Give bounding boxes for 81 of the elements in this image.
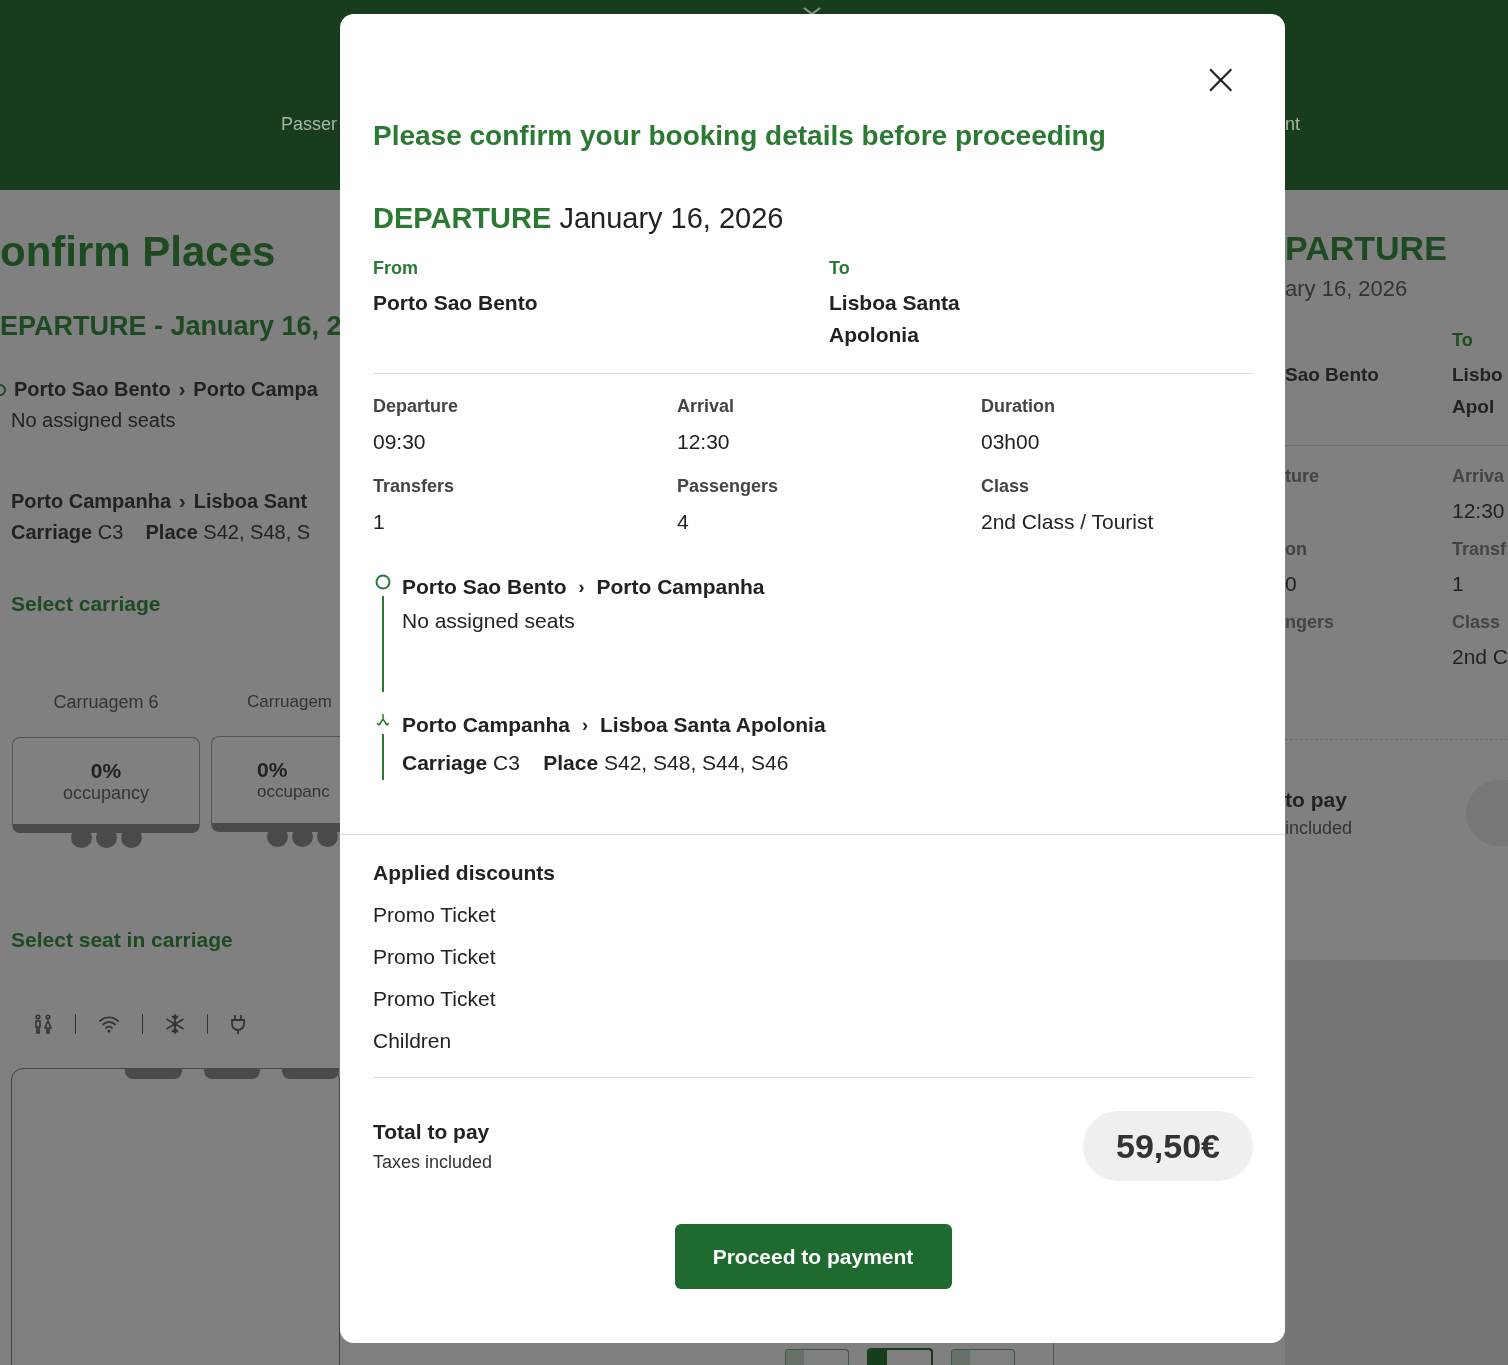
carriage-name: Carruagem	[247, 692, 333, 712]
discount-item: Promo Ticket	[373, 945, 497, 969]
station-name: Lisboa Sant	[193, 490, 308, 513]
close-button[interactable]: ×	[1202, 64, 1239, 94]
proceed-button[interactable]: Proceed to payment	[674, 1224, 952, 1289]
station-name: Porto Campanha	[596, 574, 765, 600]
step-label: nt	[1285, 114, 1301, 136]
station-name: Sao Bento	[1285, 363, 1380, 387]
field-value: 12:30	[677, 430, 731, 454]
departure-heading: DEPARTURE January 16, 2026	[373, 201, 785, 236]
segment-detail: Carriage C3 Place S42, S48, S44, S46	[402, 750, 790, 776]
field-value: 1	[373, 510, 386, 534]
field-label: To	[829, 258, 851, 279]
field-label: Class	[981, 476, 1031, 497]
fork-icon	[376, 712, 390, 728]
field-value: 03h00	[981, 430, 1041, 454]
discount-item: Promo Ticket	[373, 903, 497, 927]
price-pill: 59,50€	[1083, 1111, 1253, 1181]
taxes-note: Taxes included	[373, 1151, 493, 1173]
page-title: onfirm Places	[0, 228, 277, 276]
field-label: From	[373, 258, 419, 279]
chevron-separator: ›	[578, 576, 585, 599]
station-name: Lisbo	[1452, 363, 1504, 387]
section-heading: Applied discounts	[373, 861, 556, 885]
occupancy-label: occupancy	[62, 782, 150, 804]
occupancy-value: 0%	[257, 758, 288, 782]
section-heading: Select seat in carriage	[11, 928, 234, 952]
departure-heading: PARTURE	[1285, 228, 1448, 268]
field-value: 12:30	[1452, 499, 1505, 522]
toilet-icon	[33, 1014, 53, 1034]
taxes-note: included	[1285, 817, 1353, 839]
field-label: Arriva	[1452, 466, 1506, 487]
field-value: 1	[1452, 572, 1464, 595]
station-name: Porto Campanha	[11, 490, 172, 513]
field-label: Class	[1452, 612, 1502, 633]
field-label: Arrival	[677, 396, 736, 417]
segment-detail: Carriage C3 Place S42, S48, S	[11, 521, 312, 544]
chevron-separator: ›	[582, 714, 589, 737]
field-label: Departure	[373, 396, 460, 417]
departure-heading: EPARTURE - January 16, 2	[0, 310, 340, 342]
discount-item: Promo Ticket	[373, 987, 497, 1011]
station-name: Porto Sao Bento	[402, 574, 567, 600]
station-name: Porto Campanha	[402, 712, 571, 738]
station-name: Porto Campa	[193, 378, 318, 401]
carriage-name: Carruagem 6	[53, 692, 159, 713]
total-label: Total to pay	[373, 1119, 491, 1144]
wifi-icon	[98, 1015, 120, 1033]
section-heading: Select carriage	[11, 592, 162, 616]
field-value: 09:30	[373, 430, 427, 454]
field-label: To	[1452, 330, 1474, 351]
station-name: Porto Sao Bento	[14, 378, 171, 401]
field-label: on	[1285, 539, 1308, 560]
dialog-title: Please confirm your booking details before proceeding	[373, 119, 1107, 153]
field-value: 2nd Class / Tourist	[981, 510, 1155, 534]
chevron-icon[interactable]	[802, 6, 822, 16]
plug-icon	[230, 1014, 246, 1034]
snowflake-icon	[165, 1014, 185, 1034]
field-label: Passengers	[677, 476, 780, 497]
field-value: 0	[1285, 572, 1297, 595]
segment-detail: No assigned seats	[402, 608, 576, 634]
total-label: to pay	[1285, 787, 1348, 812]
discount-item: Children	[373, 1029, 453, 1053]
departure-date: ary 16, 2026	[1285, 276, 1409, 302]
chevron-separator: ›	[179, 490, 186, 513]
segment-detail: No assigned seats	[11, 409, 177, 432]
field-label: Duration	[981, 396, 1056, 417]
station-name: Lisboa Santa Apolonia	[600, 712, 826, 738]
occupancy-label: occupanc	[257, 782, 330, 802]
field-label: Transfers	[373, 476, 456, 497]
chevron-separator: ›	[178, 378, 186, 401]
field-label: Transf	[1452, 539, 1508, 560]
circle-icon	[375, 574, 391, 590]
field-label: ture	[1285, 466, 1320, 487]
step-label: Passer	[281, 114, 339, 136]
field-label: ngers	[1285, 612, 1336, 633]
station-name: Porto Sao Bento	[373, 290, 539, 316]
station-name: Lisboa Santa Apolonia	[829, 290, 961, 348]
station-name: Apol	[1452, 395, 1496, 419]
field-value: 4	[677, 510, 690, 534]
occupancy-value: 0%	[90, 758, 122, 783]
field-value: 2nd C	[1452, 645, 1508, 668]
